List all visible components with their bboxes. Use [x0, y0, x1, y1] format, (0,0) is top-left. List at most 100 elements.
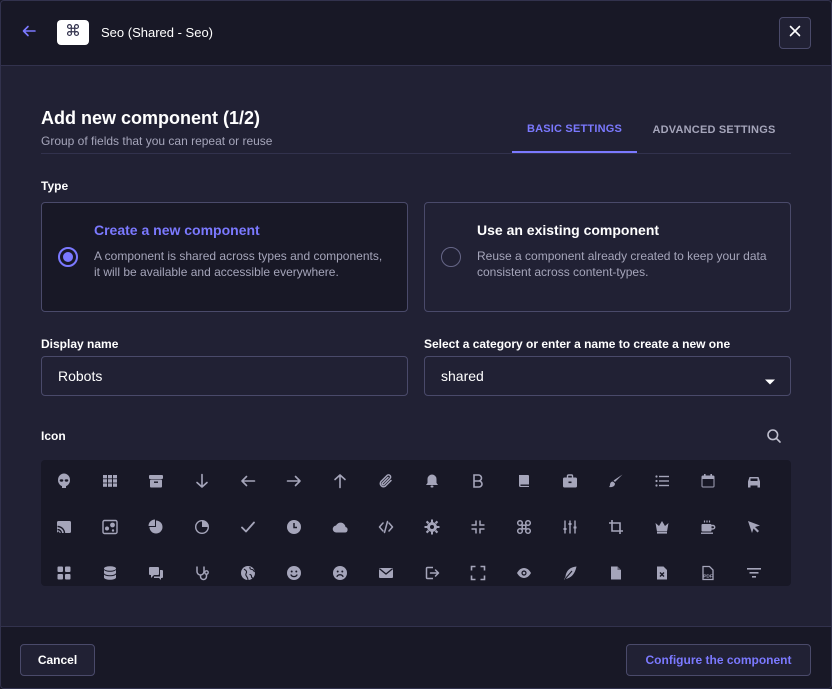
arrow-right-icon: [286, 473, 302, 494]
icon-picker: PDF: [41, 460, 791, 586]
command-icon: [516, 519, 532, 540]
bold-icon: [470, 473, 486, 494]
icon-option-bullet-list[interactable]: [639, 460, 685, 506]
icon-option-calendar[interactable]: [685, 460, 731, 506]
icon-search-button[interactable]: [766, 428, 784, 446]
crop-icon: [608, 519, 624, 540]
icon-option-arrow-down[interactable]: [179, 460, 225, 506]
caret-down-icon: [764, 373, 776, 389]
brush-icon: [608, 473, 624, 494]
icon-option-file-error[interactable]: [639, 552, 685, 586]
calendar-icon: [700, 473, 716, 494]
icon-option-arrow-up[interactable]: [317, 460, 363, 506]
icon-option-archive[interactable]: [133, 460, 179, 506]
option-title: Use an existing component: [477, 222, 660, 238]
icon-option-cloud[interactable]: [317, 506, 363, 552]
icon-option-cog[interactable]: [409, 506, 455, 552]
icon-option-cursor[interactable]: [731, 506, 777, 552]
add-component-modal: Seo (Shared - Seo) Add new component (1/…: [0, 0, 832, 689]
icon-option-database[interactable]: [87, 552, 133, 586]
back-button[interactable]: [17, 21, 41, 45]
cloud-icon: [332, 519, 348, 540]
icon-option-crown[interactable]: [639, 506, 685, 552]
cancel-button[interactable]: Cancel: [20, 644, 95, 676]
icon-option-arrow-left[interactable]: [225, 460, 271, 506]
icon-option-arrow-right[interactable]: [271, 460, 317, 506]
icon-option-briefcase[interactable]: [547, 460, 593, 506]
icon-option-filter[interactable]: [731, 552, 777, 586]
page-title: Add new component (1/2): [41, 108, 261, 128]
tabs-divider: [41, 153, 791, 154]
category-label: Select a category or enter a name to cre…: [424, 337, 731, 351]
emotion-happy-icon: [286, 565, 302, 586]
cursor-icon: [746, 519, 762, 540]
option-title: Create a new component: [94, 222, 260, 238]
icon-option-check[interactable]: [225, 506, 271, 552]
icon-option-emotion-happy[interactable]: [271, 552, 317, 586]
bell-icon: [424, 473, 440, 494]
icon-option-collapse[interactable]: [455, 506, 501, 552]
paperclip-icon: [378, 473, 394, 494]
cog-icon: [424, 519, 440, 540]
icon-option-car[interactable]: [731, 460, 777, 506]
create-new-component-option[interactable]: Create a new component A component is sh…: [41, 202, 408, 312]
icon-option-earth[interactable]: [225, 552, 271, 586]
icon-option-file-pdf[interactable]: PDF: [685, 552, 731, 586]
icon-option-bell[interactable]: [409, 460, 455, 506]
option-description: A component is shared across types and c…: [94, 249, 383, 279]
crown-icon: [654, 519, 670, 540]
settings-tabs: BASIC SETTINGS ADVANCED SETTINGS: [512, 106, 791, 154]
icon-option-dashboard[interactable]: [41, 552, 87, 586]
icon-option-chart-pie[interactable]: [179, 506, 225, 552]
icon-option-exit[interactable]: [409, 552, 455, 586]
icon-option-envelope[interactable]: [363, 552, 409, 586]
icon-option-cast[interactable]: [41, 506, 87, 552]
code-icon: [378, 519, 394, 540]
icon-option-eye[interactable]: [501, 552, 547, 586]
emotion-unhappy-icon: [332, 565, 348, 586]
radio-create-new[interactable]: [58, 247, 78, 267]
tab-basic-settings[interactable]: BASIC SETTINGS: [512, 106, 637, 153]
display-name-value: Robots: [58, 368, 103, 384]
tab-advanced-settings[interactable]: ADVANCED SETTINGS: [637, 106, 791, 153]
icon-option-controls[interactable]: [547, 506, 593, 552]
eye-icon: [516, 565, 532, 586]
briefcase-icon: [562, 473, 578, 494]
icon-option-chart-circle[interactable]: [133, 506, 179, 552]
search-icon: [766, 429, 782, 448]
type-label: Type: [41, 179, 69, 193]
car-icon: [746, 473, 762, 494]
icon-option-expand[interactable]: [455, 552, 501, 586]
icon-option-cup[interactable]: [685, 506, 731, 552]
exit-icon: [424, 565, 440, 586]
icon-option-file[interactable]: [593, 552, 639, 586]
category-select[interactable]: shared: [424, 356, 791, 396]
use-existing-component-option[interactable]: Use an existing component Reuse a compon…: [424, 202, 791, 312]
radio-use-existing[interactable]: [441, 247, 461, 267]
icon-option-emotion-unhappy[interactable]: [317, 552, 363, 586]
icon-option-clock[interactable]: [271, 506, 317, 552]
icon-option-feather[interactable]: [547, 552, 593, 586]
icon-option-doctor[interactable]: [179, 552, 225, 586]
configure-component-button[interactable]: Configure the component: [626, 644, 811, 676]
check-icon: [240, 519, 256, 540]
category-value: shared: [441, 368, 484, 384]
icon-option-alien[interactable]: [41, 460, 87, 506]
icon-option-brush[interactable]: [593, 460, 639, 506]
display-name-input[interactable]: Robots: [41, 356, 408, 396]
discuss-icon: [148, 565, 164, 586]
chart-pie-icon: [194, 519, 210, 540]
icon-option-book[interactable]: [501, 460, 547, 506]
cup-icon: [700, 519, 716, 540]
icon-option-paperclip[interactable]: [363, 460, 409, 506]
close-button[interactable]: [779, 17, 811, 49]
icon-option-bold[interactable]: [455, 460, 501, 506]
file-error-icon: [654, 565, 670, 586]
feather-icon: [562, 565, 578, 586]
icon-option-chart-bubble[interactable]: [87, 506, 133, 552]
icon-option-command[interactable]: [501, 506, 547, 552]
icon-option-discuss[interactable]: [133, 552, 179, 586]
icon-option-code[interactable]: [363, 506, 409, 552]
icon-option-crop[interactable]: [593, 506, 639, 552]
icon-option-apps[interactable]: [87, 460, 133, 506]
